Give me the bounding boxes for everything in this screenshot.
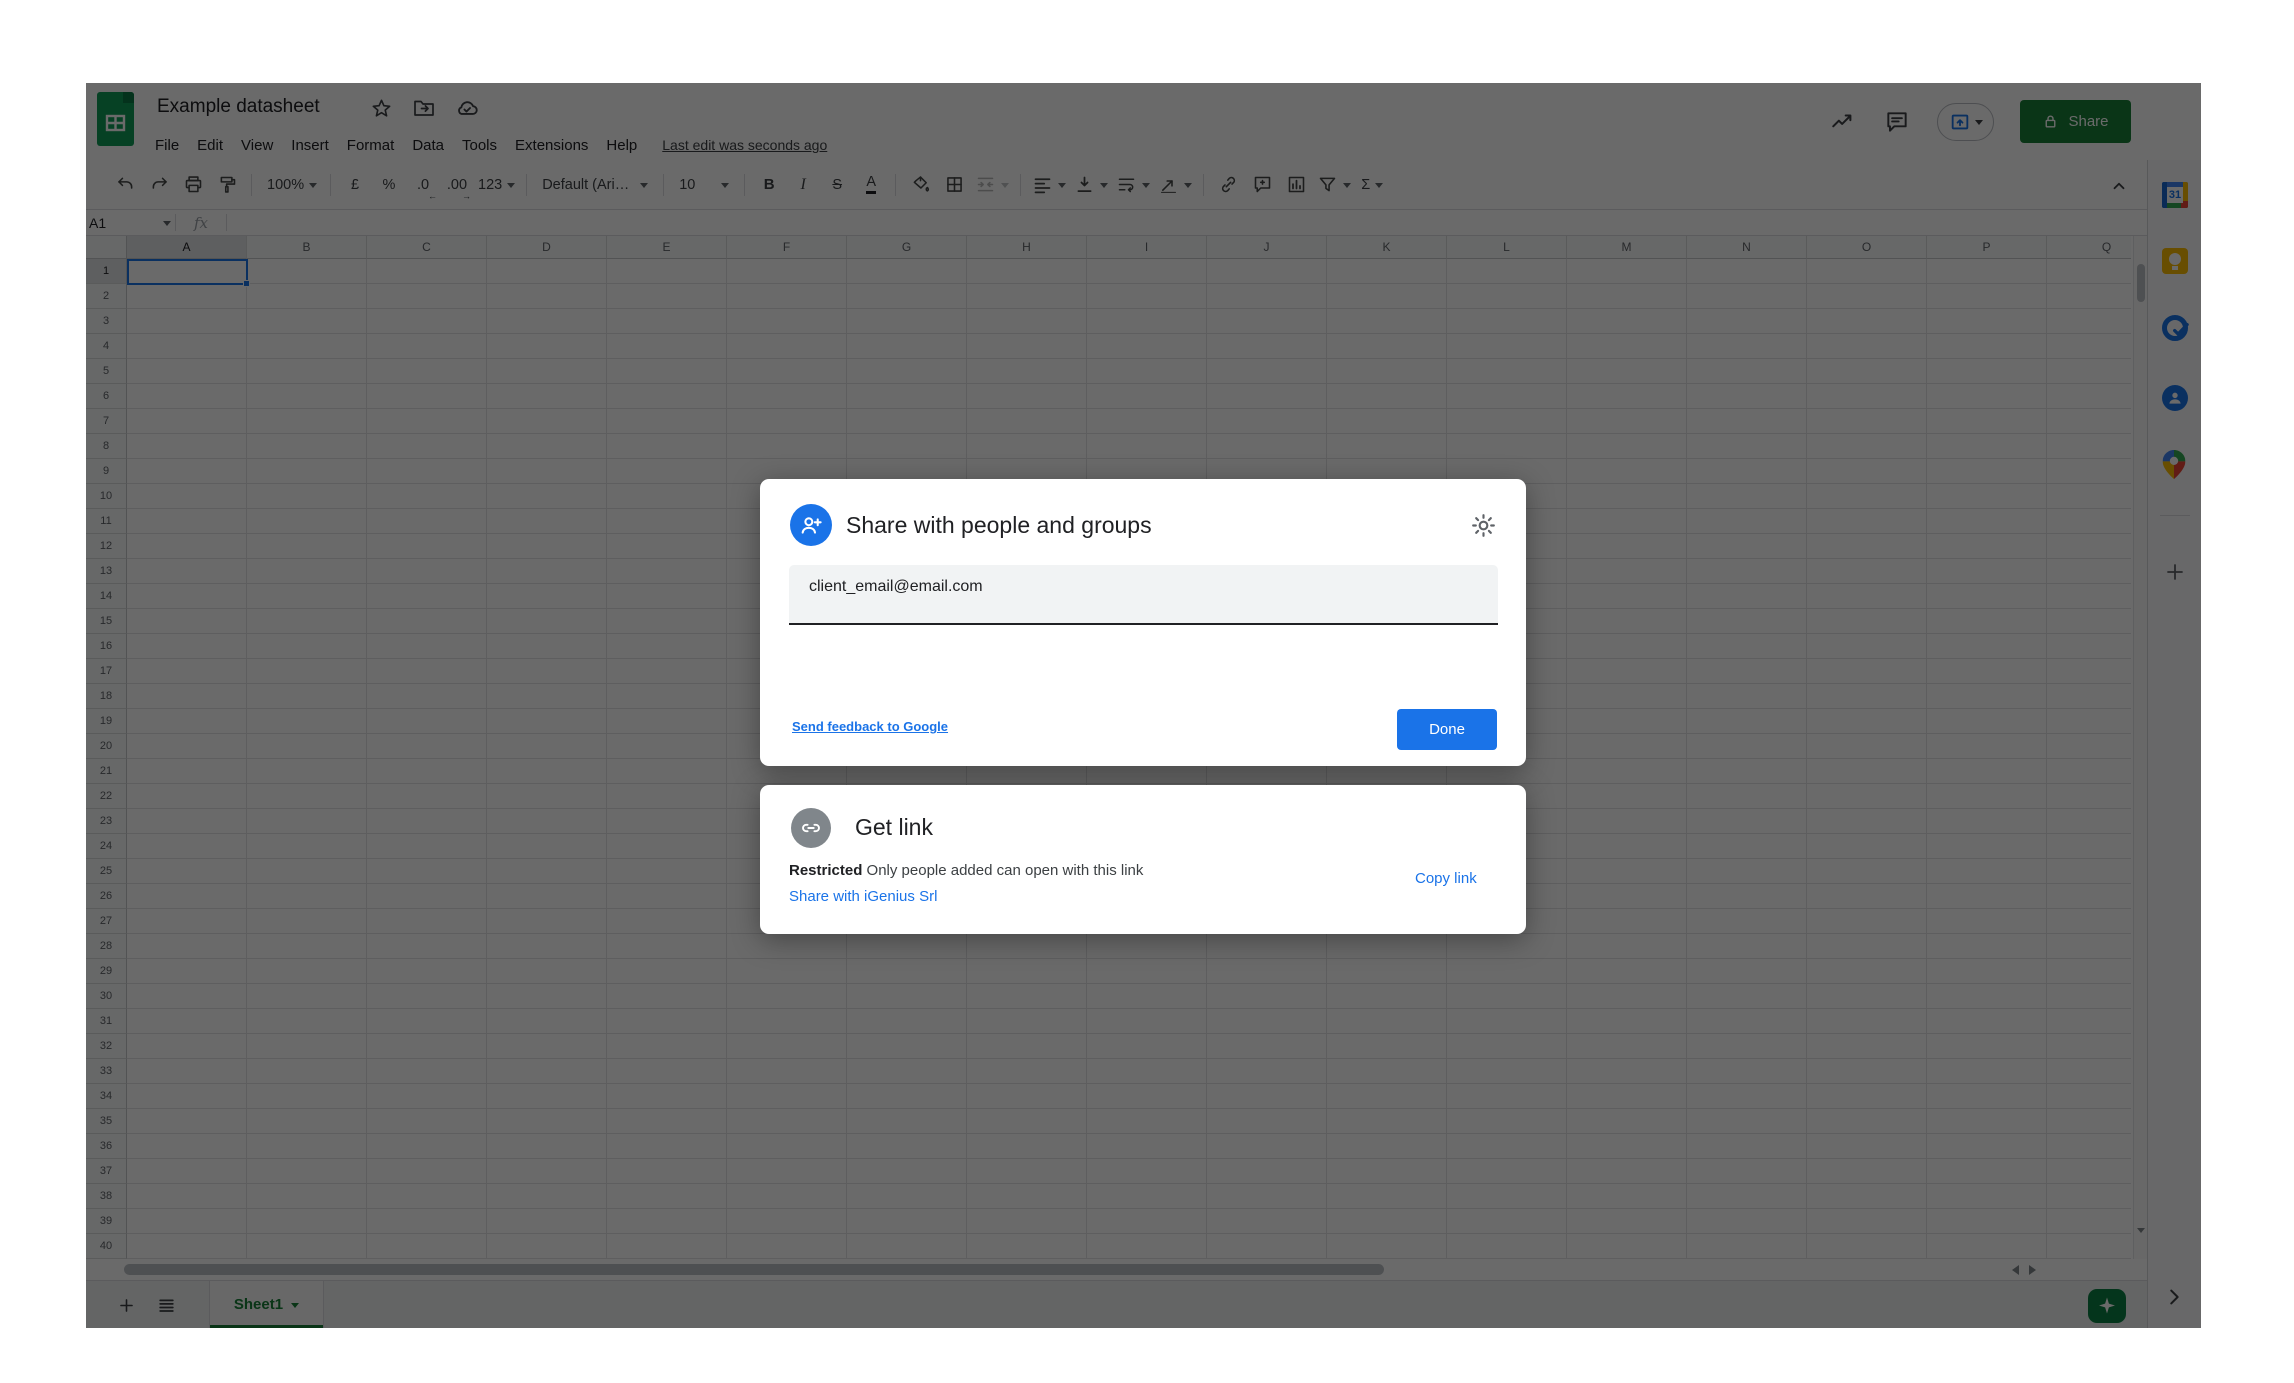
gear-icon — [1470, 512, 1497, 539]
share-dialog-title: Share with people and groups — [846, 512, 1152, 539]
get-link-card: Get link Restricted Only people added ca… — [760, 785, 1526, 934]
person-add-icon — [790, 504, 832, 546]
restricted-status-text: Restricted Only people added can open wi… — [789, 862, 1143, 879]
share-dialog: Share with people and groups Send feedba… — [760, 479, 1526, 766]
get-link-title: Get link — [855, 814, 933, 841]
copy-link-button[interactable]: Copy link — [1415, 870, 1477, 887]
share-with-org-link[interactable]: Share with iGenius Srl — [789, 888, 937, 905]
screenshot-canvas: Example datasheet — [0, 0, 2294, 1383]
send-feedback-link[interactable]: Send feedback to Google — [792, 719, 948, 734]
share-email-input[interactable] — [789, 565, 1498, 625]
link-icon — [791, 808, 831, 848]
share-settings-button[interactable] — [1468, 510, 1498, 540]
done-button[interactable]: Done — [1397, 709, 1497, 750]
